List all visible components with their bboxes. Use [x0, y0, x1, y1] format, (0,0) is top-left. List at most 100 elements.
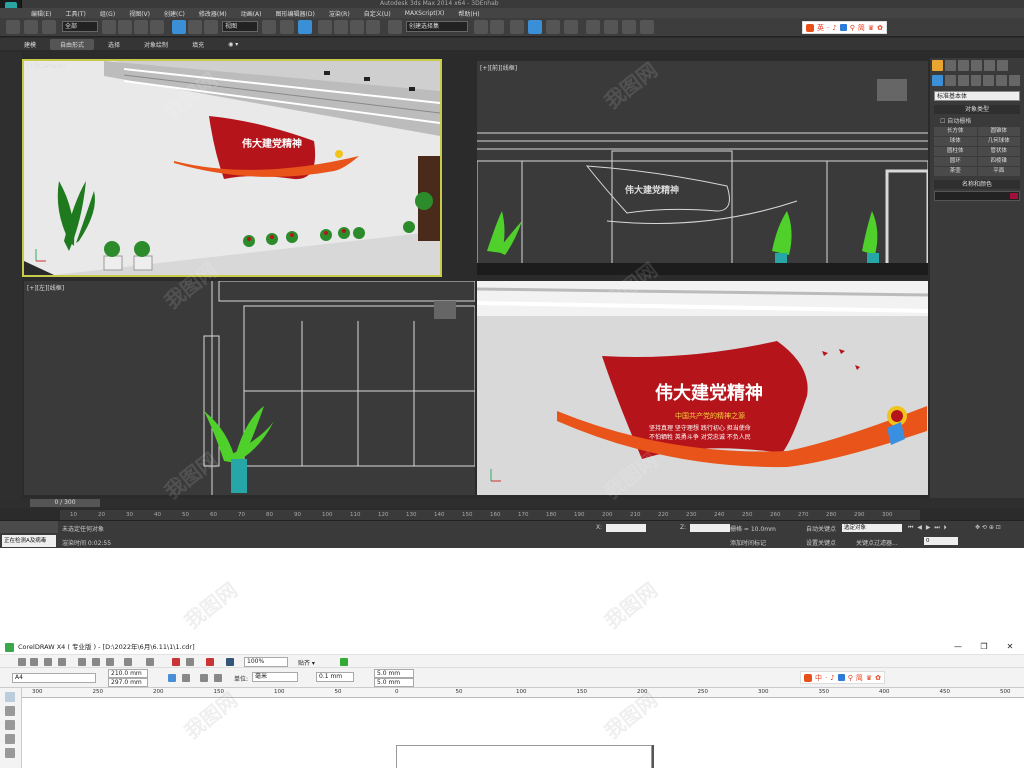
- ime-keyboard-icon[interactable]: [839, 24, 847, 31]
- coord-z-field[interactable]: [690, 524, 730, 532]
- menu-edit[interactable]: 编辑(E): [24, 9, 58, 18]
- utilities-tab-icon[interactable]: [997, 60, 1008, 71]
- close-button[interactable]: ✕: [998, 640, 1022, 654]
- key-filters-button[interactable]: 关键点过滤器...: [856, 538, 898, 547]
- btn-plane[interactable]: 平面: [977, 167, 1020, 176]
- zoom-tool-icon[interactable]: [5, 734, 15, 744]
- btn-cylinder[interactable]: 圆柱体: [934, 147, 977, 156]
- autokey-button[interactable]: 自动关键点: [806, 524, 836, 533]
- ime-mode[interactable]: 中: [815, 673, 822, 683]
- coord-x-field[interactable]: [606, 524, 646, 532]
- freehand-tool-icon[interactable]: [5, 748, 15, 758]
- material-editor-icon[interactable]: [586, 20, 600, 34]
- menu-create[interactable]: 创建(C): [157, 9, 192, 18]
- ime-tools[interactable]: ⚲: [850, 24, 855, 32]
- menu-animation[interactable]: 动画(A): [234, 9, 269, 18]
- viewport-left-label[interactable]: [+][左][线框]: [27, 283, 64, 292]
- select-by-name-icon[interactable]: [118, 20, 132, 34]
- viewport-nav-icons[interactable]: ✥ ⟲ ⊕ ⊡: [975, 524, 1001, 531]
- menu-tools[interactable]: 工具(T): [58, 9, 92, 18]
- duplicate-y-field[interactable]: 5.0 mm: [374, 678, 414, 687]
- nudge-field[interactable]: 0.1 mm: [316, 672, 354, 682]
- time-slider[interactable]: 0 / 300: [30, 499, 100, 507]
- scale-icon[interactable]: [204, 20, 218, 34]
- open-icon[interactable]: [30, 658, 38, 666]
- spacewarps-icon[interactable]: [996, 75, 1008, 86]
- btn-teapot[interactable]: 茶壶: [934, 167, 977, 176]
- ime-tools[interactable]: ⚲: [848, 674, 853, 682]
- duplicate-x-field[interactable]: 5.0 mm: [374, 669, 414, 678]
- btn-box[interactable]: 长方体: [934, 127, 977, 136]
- rotate-icon[interactable]: [188, 20, 202, 34]
- ime-punct[interactable]: ·: [827, 24, 829, 32]
- menu-customize[interactable]: 自定义(U): [357, 9, 398, 18]
- keyboard-shortcut-icon[interactable]: [298, 20, 312, 34]
- geometry-category-select[interactable]: 标准基本体: [934, 91, 1020, 101]
- landscape-icon[interactable]: [182, 674, 190, 682]
- render-setup-icon[interactable]: [604, 20, 618, 34]
- menu-view[interactable]: 视图(V): [122, 9, 157, 18]
- cdr-ime-toolbar[interactable]: 中 · ♪ ⚲ 简 ♛ ✿: [800, 671, 885, 684]
- ime-skin[interactable]: ♛: [866, 674, 872, 682]
- link-icon[interactable]: [42, 20, 56, 34]
- pivot-icon[interactable]: [262, 20, 276, 34]
- menu-rendering[interactable]: 渲染(R): [322, 9, 357, 18]
- cut-icon[interactable]: [78, 658, 86, 666]
- object-color-swatch[interactable]: [1010, 193, 1018, 199]
- lights-icon[interactable]: [957, 75, 969, 86]
- app-launcher-icon[interactable]: [206, 658, 214, 666]
- menu-graph-editors[interactable]: 图形编辑器(D): [269, 9, 322, 18]
- btn-torus[interactable]: 圆环: [934, 157, 977, 166]
- horizontal-ruler[interactable]: 300 250 200 150 100 50 0 50 100 150 200 250 300 350 40…: [22, 688, 1024, 698]
- track-bar[interactable]: 10 20 30 40 50 60 70 80 90 100 110 120 130 140 150 160 1…: [60, 510, 920, 520]
- new-doc-icon[interactable]: [18, 658, 26, 666]
- mirror-icon[interactable]: [474, 20, 488, 34]
- object-type-rollout[interactable]: 对象类型: [934, 105, 1020, 114]
- minimize-button[interactable]: —: [946, 640, 970, 654]
- ime-skin[interactable]: ♛: [868, 24, 874, 32]
- ime-voice[interactable]: ♪: [832, 24, 836, 32]
- menu-modifiers[interactable]: 修改器(M): [192, 9, 234, 18]
- ribbon-tab-object-paint[interactable]: 对象绘制: [134, 39, 178, 50]
- portrait-icon[interactable]: [168, 674, 176, 682]
- pick-tool-icon[interactable]: [5, 692, 15, 702]
- undo-icon[interactable]: [124, 658, 132, 666]
- page-height-field[interactable]: 297.0 mm: [108, 678, 148, 687]
- shapes-icon[interactable]: [944, 75, 956, 86]
- window-crossing-icon[interactable]: [150, 20, 164, 34]
- playback-controls[interactable]: ⏮ ◀ ▶ ⏭ ⏵: [908, 524, 948, 532]
- export-icon[interactable]: [186, 658, 194, 666]
- geometry-icon[interactable]: [932, 75, 943, 86]
- unit-select[interactable]: 毫米: [252, 672, 298, 682]
- ime-simplified[interactable]: 简: [858, 23, 865, 33]
- edit-named-sel-icon[interactable]: [388, 20, 402, 34]
- import-icon[interactable]: [172, 658, 180, 666]
- ime-mode[interactable]: 英: [817, 23, 824, 33]
- ime-keyboard-icon[interactable]: [837, 674, 845, 681]
- menu-help[interactable]: 帮助(H): [451, 9, 486, 18]
- viewport-front-label[interactable]: [+][前][线框]: [480, 63, 517, 72]
- btn-tube[interactable]: 管状体: [977, 147, 1020, 156]
- hierarchy-tab-icon[interactable]: [958, 60, 969, 71]
- options-icon[interactable]: [340, 658, 348, 666]
- cameras-icon[interactable]: [970, 75, 982, 86]
- ribbon-tab-modeling[interactable]: 建模: [14, 39, 46, 50]
- btn-geosphere[interactable]: 几何球体: [977, 137, 1020, 146]
- all-pages-icon[interactable]: [200, 674, 208, 682]
- save-icon[interactable]: [44, 658, 52, 666]
- ime-voice[interactable]: ♪: [830, 674, 834, 682]
- copy-icon[interactable]: [92, 658, 100, 666]
- selection-filter-select[interactable]: 全部: [62, 21, 98, 32]
- spinner-snap-icon[interactable]: [366, 20, 380, 34]
- redo-icon[interactable]: [146, 658, 154, 666]
- percent-snap-icon[interactable]: [350, 20, 364, 34]
- maximize-button[interactable]: ❐: [972, 640, 996, 654]
- align-icon[interactable]: [490, 20, 504, 34]
- btn-sphere[interactable]: 球体: [934, 137, 977, 146]
- selected-object-select[interactable]: 选定对象: [842, 524, 902, 532]
- snap-to-dropdown[interactable]: 贴齐 ▾: [298, 658, 315, 667]
- paste-icon[interactable]: [106, 658, 114, 666]
- ime-settings[interactable]: ✿: [877, 24, 883, 32]
- rect-selection-icon[interactable]: [134, 20, 148, 34]
- menu-maxscript[interactable]: MAXScript(X): [398, 10, 452, 17]
